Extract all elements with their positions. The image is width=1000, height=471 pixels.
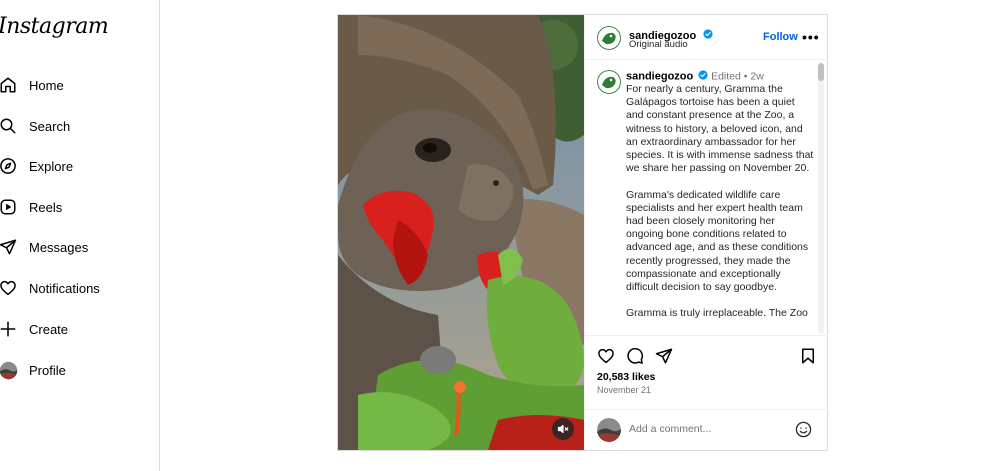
verified-badge-icon: [698, 70, 708, 83]
heart-icon: [0, 278, 18, 298]
caption-username[interactable]: sandiegozoo: [626, 70, 693, 82]
sidebar-item-create[interactable]: Create: [0, 314, 68, 344]
meta-separator: •: [743, 70, 748, 83]
like-heart-icon[interactable]: [597, 347, 615, 370]
home-icon: [0, 75, 18, 95]
sidebar: Instagram Home Search Explore Reels Mess…: [0, 0, 160, 471]
audio-label[interactable]: Original audio: [629, 39, 688, 50]
plus-icon: [0, 319, 18, 339]
post-card: sandiegozoo Original audio Follow ••• sa…: [337, 14, 828, 451]
caption-age[interactable]: 2w: [750, 70, 763, 82]
post-date[interactable]: November 21: [597, 385, 651, 395]
verified-badge-icon: [703, 26, 713, 44]
post-header: sandiegozoo Original audio Follow •••: [585, 15, 828, 60]
comments-area[interactable]: sandiegozoo Edited • 2w For nearly a cen…: [585, 61, 828, 336]
post-video[interactable]: [338, 15, 584, 450]
sandiegozoo-avatar[interactable]: [597, 70, 621, 94]
caption-header: sandiegozoo Edited • 2w: [626, 70, 764, 83]
comments-scrollbar[interactable]: [818, 63, 824, 334]
caption-text: For nearly a century, Gramma the Galápag…: [626, 83, 814, 320]
likes-count[interactable]: 20,583 likes: [597, 371, 655, 383]
sidebar-item-search[interactable]: Search: [0, 111, 70, 141]
reels-icon: [0, 197, 18, 217]
profile-avatar: [0, 360, 18, 380]
sidebar-item-label: Home: [29, 77, 64, 93]
more-options-button[interactable]: •••: [802, 29, 820, 45]
sandiegozoo-avatar[interactable]: [597, 26, 621, 50]
add-comment-row: [585, 409, 828, 450]
search-icon: [0, 116, 18, 136]
sidebar-item-explore[interactable]: Explore: [0, 151, 73, 181]
sidebar-item-label: Create: [29, 321, 69, 337]
comment-bubble-icon[interactable]: [626, 347, 644, 370]
compass-icon: [0, 156, 18, 176]
current-user-avatar: [597, 418, 621, 442]
emoji-smiley-icon[interactable]: [795, 421, 812, 443]
sidebar-item-notifications[interactable]: Notifications: [0, 273, 100, 303]
tortoise-photo: [338, 15, 584, 450]
sidebar-item-messages[interactable]: Messages: [0, 232, 88, 262]
muted-speaker-icon[interactable]: [552, 418, 574, 440]
sidebar-item-label: Reels: [29, 199, 63, 215]
save-bookmark-icon[interactable]: [799, 347, 817, 370]
sidebar-item-home[interactable]: Home: [0, 70, 64, 100]
sidebar-item-label: Messages: [29, 239, 89, 255]
comment-input[interactable]: [629, 423, 789, 435]
follow-button[interactable]: Follow: [763, 31, 798, 43]
sidebar-item-label: Notifications: [29, 280, 100, 296]
sidebar-item-label: Explore: [29, 158, 74, 174]
scrollbar-thumb[interactable]: [818, 63, 824, 81]
sidebar-item-label: Search: [29, 118, 71, 134]
paper-plane-icon: [0, 237, 18, 257]
sidebar-item-profile[interactable]: Profile: [0, 355, 66, 385]
sidebar-item-label: Profile: [29, 362, 66, 378]
edited-label: Edited: [711, 70, 741, 83]
post-details-panel: sandiegozoo Original audio Follow ••• sa…: [584, 15, 828, 450]
sidebar-item-reels[interactable]: Reels: [0, 192, 62, 222]
instagram-logo[interactable]: Instagram: [0, 14, 109, 39]
share-paper-plane-icon[interactable]: [655, 347, 673, 370]
